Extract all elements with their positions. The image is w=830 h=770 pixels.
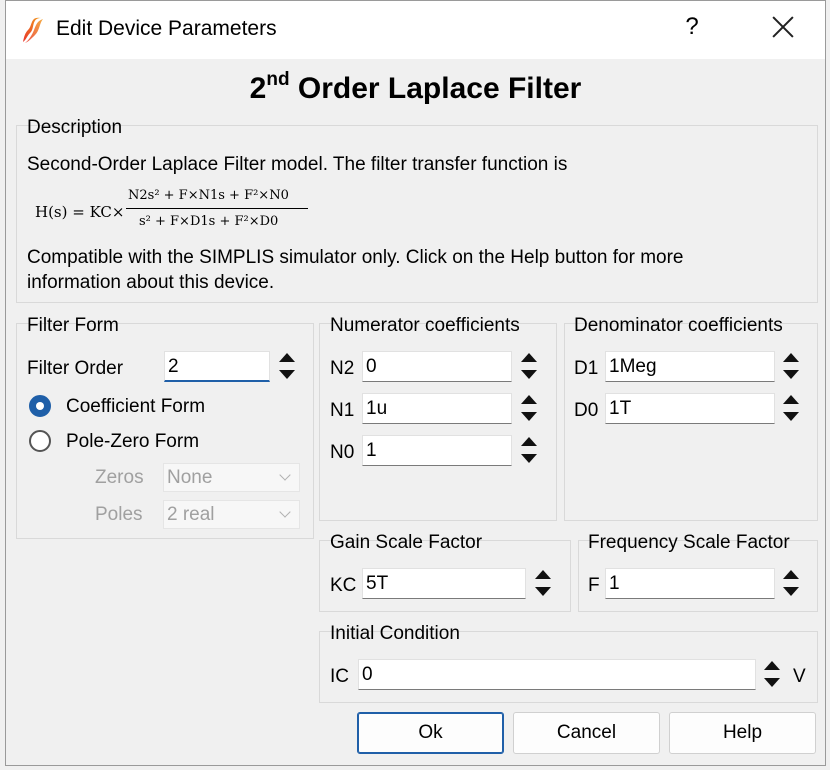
chevron-down-icon	[279, 506, 291, 518]
fraction-bar	[126, 208, 308, 209]
d1-spinner[interactable]	[779, 351, 803, 382]
spin-up-icon[interactable]	[779, 351, 803, 366]
poles-select: 2 real	[163, 500, 300, 529]
description-group-title: Description	[27, 117, 123, 138]
spin-up-icon[interactable]	[779, 568, 803, 583]
filter-order-input[interactable]: 2	[164, 351, 270, 382]
zeros-select-value: None	[167, 467, 213, 488]
f-input[interactable]: 1	[605, 568, 775, 599]
coefficient-form-radio[interactable]	[29, 395, 51, 417]
kc-label: KC	[330, 575, 357, 596]
heading-order-number: 2	[249, 72, 267, 105]
gain-scale-group-title: Gain Scale Factor	[330, 532, 483, 553]
pole-zero-form-label[interactable]: Pole-Zero Form	[66, 431, 199, 453]
n2-label: N2	[330, 358, 355, 379]
n0-spinner[interactable]	[517, 435, 541, 466]
description-line-2: Compatible with the SIMPLIS simulator on…	[27, 247, 684, 268]
heading-superscript: nd	[266, 69, 290, 90]
spin-up-icon[interactable]	[779, 393, 803, 408]
n2-spinner[interactable]	[517, 351, 541, 382]
n1-spinner[interactable]	[517, 393, 541, 424]
d1-input[interactable]: 1Meg	[605, 351, 775, 382]
filter-form-group-title: Filter Form	[27, 315, 119, 336]
window-title: Edit Device Parameters	[56, 17, 277, 40]
transfer-function-lhs: H(s) = KC×	[35, 203, 125, 221]
heading-text: Order Laplace Filter	[289, 72, 582, 105]
ic-unit-label: V	[793, 666, 806, 687]
denominator-group-title: Denominator coefficients	[574, 315, 783, 336]
frequency-scale-group-title: Frequency Scale Factor	[588, 532, 790, 553]
transfer-function-denominator: s² + F×D1s + F²×D0	[139, 214, 279, 229]
ok-button[interactable]: Ok	[357, 712, 504, 754]
d0-spinner[interactable]	[779, 393, 803, 424]
spin-down-icon[interactable]	[517, 409, 541, 424]
ic-input[interactable]: 0	[358, 659, 756, 690]
spin-down-icon[interactable]	[779, 409, 803, 424]
close-icon[interactable]	[770, 13, 796, 39]
simplis-app-icon	[23, 17, 43, 43]
n0-label: N0	[330, 442, 355, 463]
cancel-button[interactable]: Cancel	[513, 712, 660, 754]
spin-down-icon[interactable]	[531, 584, 555, 599]
spin-down-icon[interactable]	[779, 584, 803, 599]
spin-up-icon[interactable]	[517, 393, 541, 408]
chevron-down-icon	[279, 469, 291, 481]
description-line-1: Second-Order Laplace Filter model. The f…	[27, 154, 568, 175]
spin-up-icon[interactable]	[517, 351, 541, 366]
coefficient-form-label[interactable]: Coefficient Form	[66, 396, 205, 418]
spin-down-icon[interactable]	[517, 367, 541, 382]
n1-label: N1	[330, 400, 355, 421]
spin-up-icon[interactable]	[275, 351, 299, 366]
context-help-button[interactable]: ?	[680, 13, 704, 41]
kc-spinner[interactable]	[531, 568, 555, 599]
f-spinner[interactable]	[779, 568, 803, 599]
ic-label: IC	[330, 666, 349, 687]
d0-label: D0	[574, 400, 599, 421]
transfer-function-numerator: N2s² + F×N1s + F²×N0	[128, 188, 289, 203]
ic-spinner[interactable]	[760, 659, 784, 690]
poles-label: Poles	[95, 504, 143, 525]
spin-down-icon[interactable]	[517, 451, 541, 466]
help-button[interactable]: Help	[669, 712, 816, 754]
device-heading: 2nd Order Laplace Filter	[6, 69, 825, 106]
numerator-group-title: Numerator coefficients	[330, 315, 520, 336]
n0-input[interactable]: 1	[362, 435, 512, 466]
spin-up-icon[interactable]	[517, 435, 541, 450]
d0-input[interactable]: 1T	[605, 393, 775, 424]
d1-label: D1	[574, 358, 599, 379]
description-line-3: information about this device.	[27, 272, 275, 293]
zeros-label: Zeros	[95, 467, 144, 488]
spin-down-icon[interactable]	[779, 367, 803, 382]
n2-input[interactable]: 0	[362, 351, 512, 382]
spin-up-icon[interactable]	[531, 568, 555, 583]
spin-up-icon[interactable]	[760, 659, 784, 674]
spin-down-icon[interactable]	[760, 675, 784, 690]
zeros-select: None	[163, 463, 300, 492]
edit-device-parameters-dialog: Edit Device Parameters ? 2nd Order Lapla…	[5, 0, 826, 766]
f-label: F	[588, 575, 600, 596]
filter-order-label: Filter Order	[27, 358, 124, 379]
initial-condition-group-title: Initial Condition	[330, 623, 460, 644]
pole-zero-form-radio[interactable]	[29, 430, 51, 452]
kc-input[interactable]: 5T	[362, 568, 526, 599]
title-bar: Edit Device Parameters ?	[6, 1, 825, 59]
n1-input[interactable]: 1u	[362, 393, 512, 424]
poles-select-value: 2 real	[167, 504, 215, 525]
spin-down-icon[interactable]	[275, 367, 299, 382]
filter-order-spinner[interactable]	[275, 351, 299, 382]
